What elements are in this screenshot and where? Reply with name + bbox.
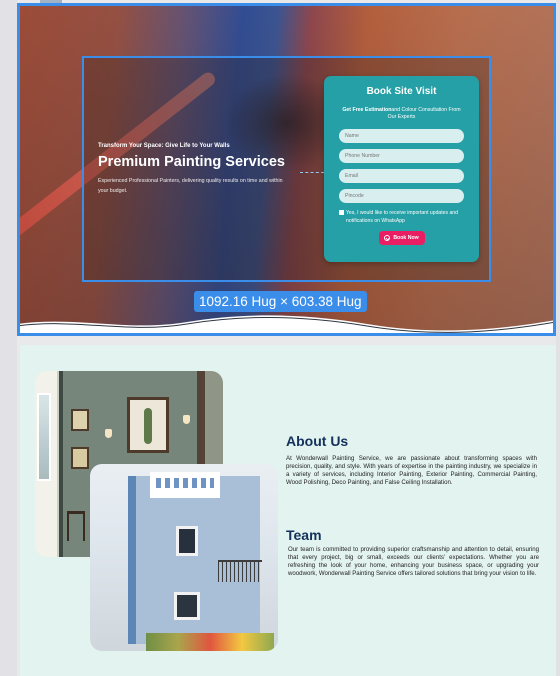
email-input[interactable] <box>339 169 464 183</box>
house-parapet <box>150 472 220 498</box>
hero-text-block: Transform Your Space: Give Life to Your … <box>98 143 298 196</box>
wall-frame <box>71 409 89 431</box>
about-section: About Us At Wonderwall Painting Service,… <box>20 345 556 676</box>
consent-label: Yes, I would like to receive important u… <box>346 210 458 224</box>
team-heading: Team <box>286 527 322 543</box>
wall-lamp <box>105 429 112 438</box>
booking-subtitle-highlight: Get Free Estimation <box>342 107 392 113</box>
house-exterior-image <box>90 464 278 651</box>
house-window <box>174 592 200 620</box>
booking-subtitle-text: and Colour Consultation From Our Experts <box>387 107 461 120</box>
hero-wave-divider <box>17 315 556 336</box>
book-now-button[interactable]: Book Now <box>378 231 425 245</box>
whatsapp-consent[interactable]: Yes, I would like to receive important u… <box>339 209 464 225</box>
hero-title: Premium Painting Services <box>98 154 285 170</box>
wall-painting <box>127 397 169 453</box>
pincode-input[interactable] <box>339 189 464 203</box>
tree-trunk <box>90 567 102 651</box>
wall-lamp <box>183 415 190 424</box>
name-input[interactable] <box>339 129 464 143</box>
booking-title: Book Site Visit <box>366 86 437 97</box>
canvas-margin-right <box>556 0 560 676</box>
booking-form: Book Site Visit Get Free Estimationand C… <box>324 76 479 262</box>
house-balcony <box>218 560 262 582</box>
hero-section[interactable]: Transform Your Space: Give Life to Your … <box>17 3 556 336</box>
canvas-margin-left <box>0 0 17 676</box>
about-heading: About Us <box>286 433 349 449</box>
about-text: At Wonderwall Painting Service, we are p… <box>286 455 537 487</box>
booking-subtitle: Get Free Estimationand Colour Consultati… <box>338 107 465 121</box>
element-size-badge: 1092.16 Hug × 603.38 Hug <box>194 291 367 312</box>
team-text: Our team is committed to providing super… <box>288 546 539 578</box>
garden-plants <box>146 633 274 651</box>
check-circle-icon <box>384 235 391 241</box>
hero-eyebrow: Transform Your Space: Give Life to Your … <box>98 143 230 149</box>
room-window <box>37 393 51 481</box>
hero-description: Experienced Professional Painters, deliv… <box>98 178 283 194</box>
wall-frame <box>71 447 89 469</box>
house-window <box>176 526 198 556</box>
side-table <box>67 511 85 541</box>
consent-checkbox[interactable] <box>339 210 344 215</box>
book-now-label: Book Now <box>393 235 419 241</box>
phone-input[interactable] <box>339 149 464 163</box>
